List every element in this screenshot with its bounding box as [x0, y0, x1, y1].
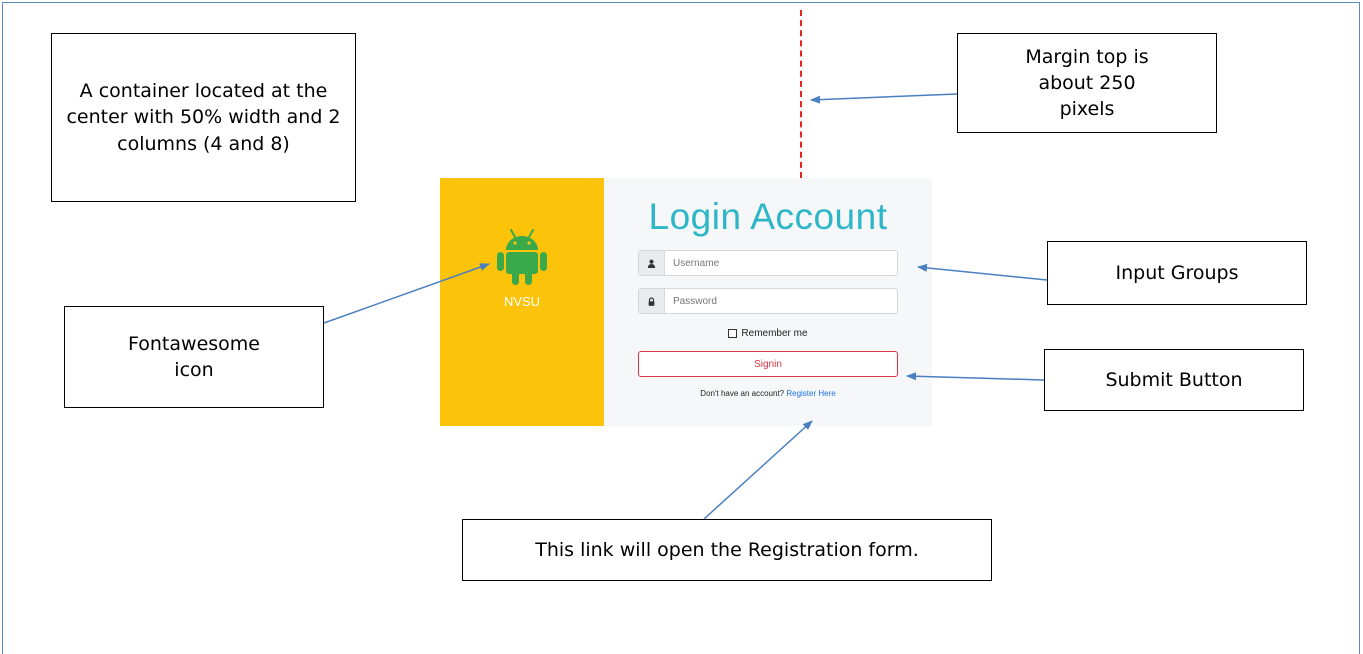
callout-submit-button: Submit Button	[1044, 349, 1304, 411]
register-link[interactable]: Register Here	[786, 389, 835, 398]
register-prompt: Don't have an account? Register Here	[700, 389, 835, 398]
brand-label: NVSU	[503, 294, 541, 309]
remember-me-checkbox[interactable]	[728, 329, 738, 338]
register-prompt-text: Don't have an account?	[700, 389, 785, 398]
callout-fontawesome-icon: Fontawesome icon	[64, 306, 324, 408]
login-form-panel: Login Account Remember me Signin Don't h…	[604, 178, 932, 426]
password-input[interactable]	[665, 289, 897, 313]
callout-registration-link: This link will open the Registration for…	[462, 519, 992, 581]
callout-input-groups: Input Groups	[1047, 241, 1307, 305]
callout-margin-top: Margin top is about 250 pixels	[957, 33, 1217, 133]
remember-me-row: Remember me	[728, 328, 808, 339]
username-input-group	[638, 250, 898, 276]
remember-me-label: Remember me	[741, 328, 808, 339]
callout-container-description: A container located at the center with 5…	[51, 33, 356, 202]
android-icon	[497, 229, 547, 285]
username-input[interactable]	[665, 251, 897, 275]
login-title: Login Account	[648, 196, 888, 237]
signin-button[interactable]: Signin	[638, 351, 898, 377]
user-icon	[639, 251, 665, 275]
margin-top-indicator-line	[800, 10, 802, 178]
lock-icon	[639, 289, 665, 313]
login-card: NVSU Login Account Remember me Signin Do…	[440, 178, 932, 426]
brand-panel: NVSU	[440, 178, 604, 426]
password-input-group	[638, 288, 898, 314]
